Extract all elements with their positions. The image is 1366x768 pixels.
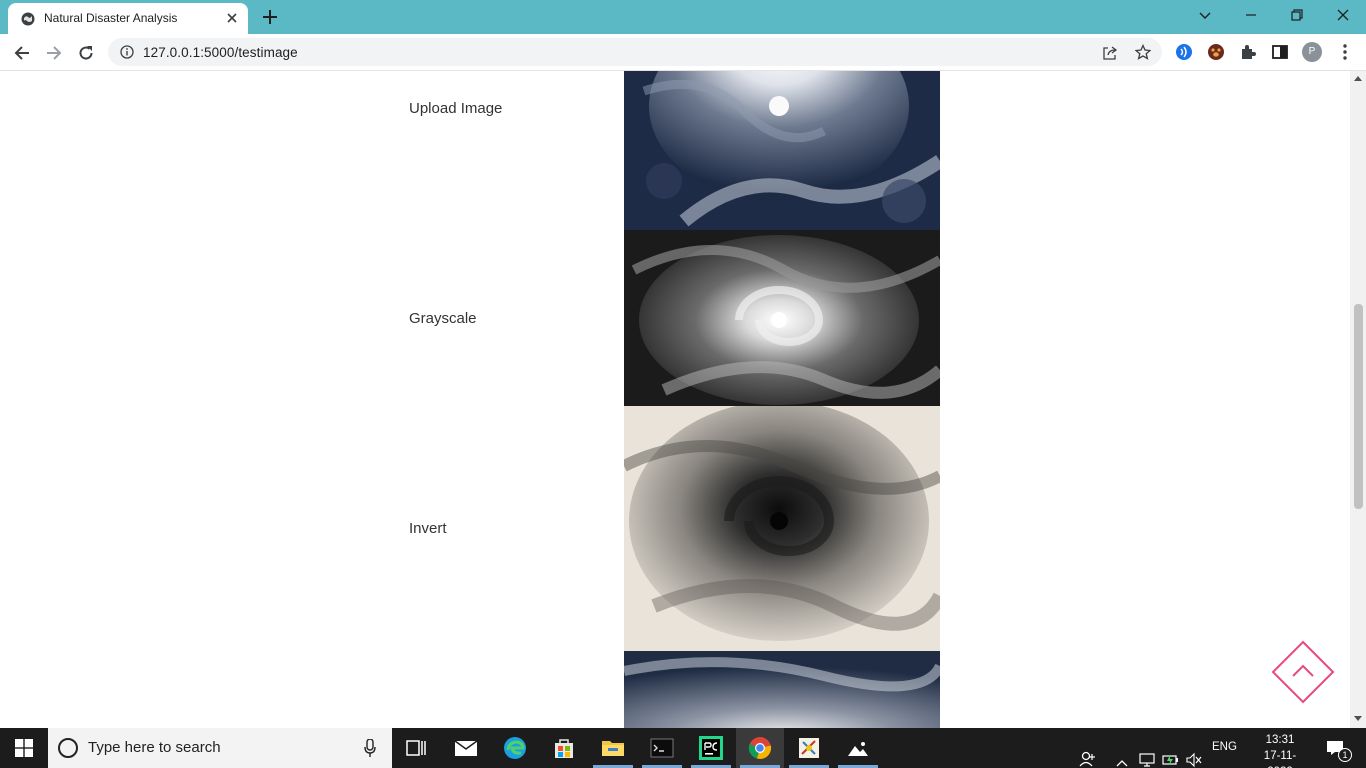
address-bar[interactable]: 127.0.0.1:5000/testimage	[108, 38, 1162, 66]
screen: Natural Disaster Analysis 127.0.0.1:5000…	[0, 0, 1366, 768]
chrome-icon	[748, 737, 772, 759]
scroll-thumb[interactable]	[1354, 304, 1363, 509]
network-icon[interactable]	[1139, 740, 1155, 768]
folder-icon	[602, 741, 624, 756]
browser-tab[interactable]: Natural Disaster Analysis	[8, 3, 248, 34]
chevron-up-icon[interactable]	[1116, 743, 1128, 768]
minimize-icon	[1246, 14, 1256, 16]
minimize-button[interactable]	[1228, 0, 1274, 32]
back-icon	[14, 46, 29, 60]
paint-app-button[interactable]	[785, 728, 833, 768]
grayscale-label: Grayscale	[409, 310, 477, 327]
start-button[interactable]	[0, 728, 48, 768]
page-viewport: Upload Image Grayscale Invert	[0, 71, 1350, 728]
browser-toolbar: 127.0.0.1:5000/testimage P	[0, 34, 1366, 71]
mail-icon	[454, 740, 478, 756]
paw-extension-icon[interactable]	[1206, 42, 1226, 62]
scroll-up-arrow-icon[interactable]	[1354, 75, 1362, 81]
photos-app-button[interactable]	[834, 728, 882, 768]
star-icon[interactable]	[1135, 44, 1151, 60]
tab-strip: Natural Disaster Analysis	[0, 0, 1366, 34]
info-icon[interactable]	[120, 45, 134, 59]
sidepanel-icon[interactable]	[1270, 42, 1290, 62]
restore-icon	[1291, 9, 1303, 21]
tab-title: Natural Disaster Analysis	[44, 11, 178, 25]
page-scrollbar[interactable]	[1350, 71, 1366, 728]
forward-icon	[47, 46, 62, 60]
back-button[interactable]	[9, 40, 35, 66]
invert-label: Invert	[409, 520, 447, 537]
audio-extension-icon[interactable]	[1174, 42, 1194, 62]
pycharm-icon	[699, 736, 723, 760]
notification-badge: 1	[1338, 748, 1352, 762]
scroll-down-arrow-icon[interactable]	[1354, 716, 1362, 722]
edge-icon	[504, 737, 526, 759]
forward-button[interactable]	[41, 40, 67, 66]
terminal-icon	[650, 738, 674, 758]
store-app-button[interactable]	[540, 728, 588, 768]
inverted-image	[624, 406, 940, 651]
battery-icon[interactable]	[1162, 740, 1180, 768]
extensions-icon[interactable]	[1238, 42, 1258, 62]
grayscale-image	[624, 230, 940, 406]
clock[interactable]: 13:31 17-11-2022	[1252, 732, 1308, 768]
restore-button[interactable]	[1274, 0, 1320, 32]
notification-center-button[interactable]: 1	[1316, 728, 1362, 768]
photos-icon	[847, 740, 869, 757]
next-result-image	[624, 651, 940, 728]
reload-icon	[79, 46, 93, 60]
clock-date: 17-11-2022	[1263, 750, 1297, 768]
taskbar-search[interactable]: Type here to search	[48, 728, 392, 768]
store-icon	[555, 739, 573, 758]
mail-app-button[interactable]	[442, 728, 490, 768]
upload-image-label: Upload Image	[409, 100, 503, 117]
close-window-button[interactable]	[1320, 0, 1366, 32]
globe-favicon-icon	[21, 12, 35, 26]
chevron-down-icon	[1199, 12, 1211, 19]
more-menu-icon[interactable]	[1340, 42, 1350, 62]
paint-icon	[799, 738, 819, 758]
task-view-button[interactable]	[392, 728, 440, 768]
people-icon[interactable]	[1078, 739, 1096, 768]
share-icon[interactable]	[1102, 45, 1118, 60]
volume-muted-icon[interactable]	[1186, 740, 1202, 768]
windows-taskbar: Type here to search ENG 13:31 17-11- 1	[0, 728, 1366, 768]
chrome-button[interactable]	[736, 728, 784, 768]
profile-avatar[interactable]: P	[1302, 42, 1322, 62]
close-tab-icon[interactable]	[224, 10, 240, 26]
tab-search-button[interactable]	[1182, 0, 1228, 32]
windows-start-icon	[15, 739, 33, 757]
pycharm-button[interactable]	[687, 728, 735, 768]
reload-button[interactable]	[73, 40, 99, 66]
file-explorer-button[interactable]	[589, 728, 637, 768]
mic-icon[interactable]	[364, 739, 376, 757]
search-placeholder: Type here to search	[88, 739, 221, 756]
close-icon	[1337, 9, 1349, 21]
search-icon	[58, 738, 78, 758]
task-view-icon	[406, 740, 426, 756]
edge-browser-button[interactable]	[491, 728, 539, 768]
back-to-top-button[interactable]	[1271, 640, 1335, 704]
language-indicator[interactable]: ENG	[1212, 741, 1237, 768]
url-text[interactable]: 127.0.0.1:5000/testimage	[143, 45, 298, 60]
clock-time: 13:31	[1265, 734, 1295, 746]
new-tab-icon[interactable]	[258, 6, 282, 28]
uploaded-image	[624, 71, 940, 230]
terminal-button[interactable]	[638, 728, 686, 768]
